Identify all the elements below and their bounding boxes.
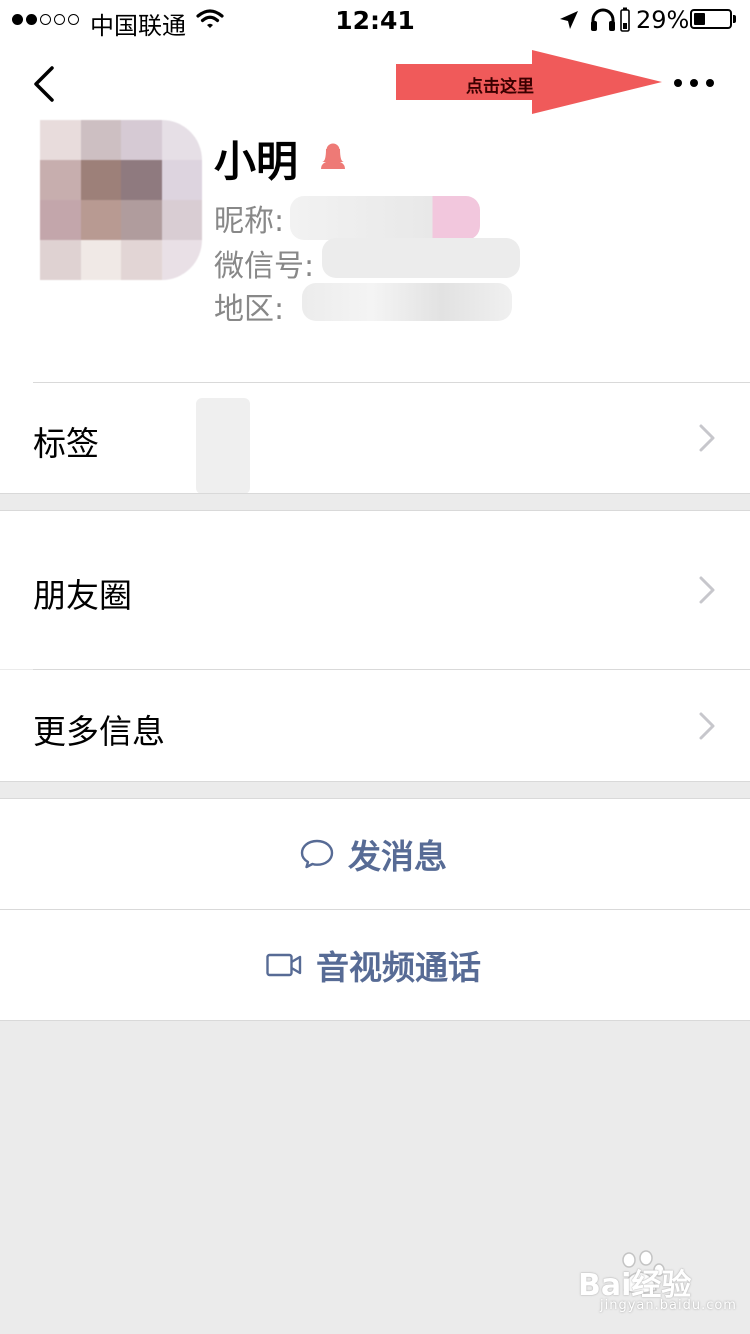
chevron-right-icon [699, 424, 715, 452]
video-call-inner: 音视频通话 [266, 910, 481, 1020]
more-options-button[interactable] [668, 68, 720, 98]
chevron-right-icon [699, 712, 715, 740]
more-dots-icon [674, 79, 682, 87]
section-divider [0, 493, 750, 494]
female-user-icon [321, 143, 345, 169]
battery-icon [690, 9, 732, 29]
section-divider [0, 781, 750, 782]
send-message-button[interactable]: 发消息 [0, 799, 750, 909]
battery-tip [733, 15, 736, 23]
tags-row[interactable]: 标签 [0, 383, 750, 494]
watermark-subtext: jingyan.baidu.com [600, 1298, 737, 1313]
tags-value-redacted [196, 398, 250, 494]
send-message-label: 发消息 [348, 837, 447, 876]
moments-row[interactable]: 朋友圈 [0, 511, 750, 669]
contact-name: 小明 [214, 137, 299, 186]
video-call-button[interactable]: 音视频通话 [0, 910, 750, 1020]
send-message-inner: 发消息 [300, 799, 447, 909]
more-info-label: 更多信息 [33, 712, 165, 751]
more-dots-icon [690, 79, 698, 87]
tags-label: 标签 [33, 424, 99, 463]
more-dots-icon [706, 79, 714, 87]
wechat-id-label: 微信号: [214, 249, 315, 284]
status-bar: 中国联通 12:41 29% [0, 0, 750, 40]
wechat-id-value-redacted [322, 238, 520, 278]
moments-label: 朋友圈 [33, 576, 132, 615]
chevron-left-icon [34, 66, 54, 102]
nickname-label: 昵称: [214, 204, 285, 239]
divider [33, 669, 750, 670]
chat-bubble-icon [300, 839, 334, 869]
battery-percent: 29% [636, 6, 690, 34]
section-divider [0, 1020, 750, 1021]
more-info-row[interactable]: 更多信息 [0, 670, 750, 781]
nickname-value-redacted [290, 196, 480, 240]
chevron-right-icon [699, 576, 715, 604]
region-label: 地区: [214, 292, 285, 327]
back-button[interactable] [28, 62, 68, 106]
avatar[interactable] [40, 120, 202, 280]
headphones-icon [591, 8, 615, 31]
video-call-label: 音视频通话 [316, 948, 481, 987]
divider [0, 909, 750, 910]
region-value-redacted [302, 283, 512, 321]
battery-vertical-icon [620, 7, 630, 32]
annotation-label: 点击这里 [466, 77, 534, 97]
video-camera-icon [266, 953, 302, 977]
location-arrow-icon [560, 11, 578, 29]
